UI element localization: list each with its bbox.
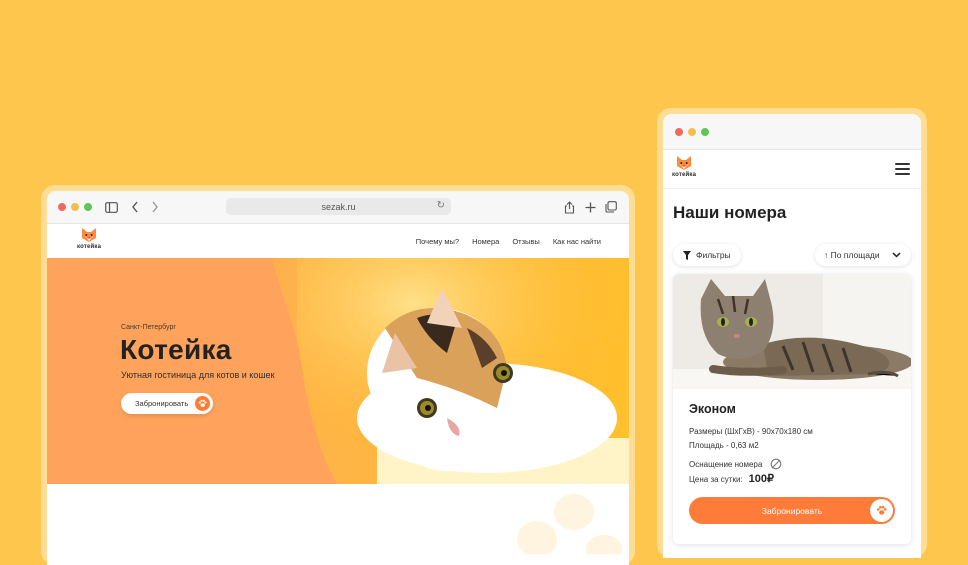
sort-dropdown[interactable]: ↑ По площади [815, 244, 911, 266]
maximize-window-dot[interactable] [701, 128, 709, 136]
filter-funnel-icon [683, 250, 691, 260]
mobile-book-button-label: Забронировать [761, 505, 823, 516]
tabs-overview-icon[interactable] [603, 199, 619, 215]
hero-city: Санкт-Петербург [121, 324, 176, 331]
hero-title: Котейка [120, 334, 232, 365]
mobile-phone-frame: котейка Наши номера Фильтры ↑ По площади [657, 108, 927, 558]
book-button-label: Забронировать [135, 399, 189, 408]
room-name: Эконом [689, 402, 736, 416]
mobile-site-header: котейка [663, 150, 921, 189]
page-title: Наши номера [673, 203, 787, 222]
mobile-browser-toolbar [663, 114, 921, 150]
close-window-dot[interactable] [58, 203, 66, 211]
logo-text: котейка [672, 172, 697, 178]
hero-section: Санкт-Петербург Котейка Уютная гостиница… [47, 258, 629, 484]
room-area: Площадь - 0,63 м2 [689, 441, 759, 450]
close-window-dot[interactable] [675, 128, 683, 136]
nav-item-location[interactable]: Как нас найти [553, 237, 601, 246]
paw-icon [870, 499, 893, 522]
nav-item-reviews[interactable]: Отзывы [512, 237, 539, 246]
desktop-browser-window: sezak.ru ↻ котейка Почему мы? Номера Отз… [47, 191, 629, 565]
forward-arrow-icon[interactable] [147, 199, 163, 215]
paw-icon [194, 395, 211, 412]
desktop-browser-frame: sezak.ru ↻ котейка Почему мы? Номера Отз… [41, 185, 635, 565]
room-cat-photo [673, 274, 911, 389]
logo-text: котейка [77, 244, 102, 250]
mobile-book-button[interactable]: Забронировать [689, 497, 895, 524]
mobile-site-logo[interactable]: котейка [672, 155, 696, 178]
nav-item-why-us[interactable]: Почему мы? [416, 237, 459, 246]
site-header: котейка Почему мы? Номера Отзывы Как нас… [47, 224, 629, 259]
page-content-area [47, 484, 629, 565]
site-logo[interactable]: котейка [77, 227, 101, 250]
hero-tagline: Уютная гостиница для котов и кошек [121, 370, 275, 380]
no-equipment-icon [770, 458, 782, 470]
address-bar[interactable]: sezak.ru ↻ [226, 198, 451, 215]
browser-toolbar: sezak.ru ↻ [47, 191, 629, 224]
price-label: Цена за сутки: [689, 475, 743, 484]
cat-logo-icon [82, 228, 97, 242]
url-text: sezak.ru [321, 201, 356, 212]
cat-logo-icon [677, 156, 692, 170]
sidebar-icon[interactable] [103, 199, 119, 215]
hamburger-menu-icon[interactable] [895, 163, 910, 175]
room-equipment-label: Оснащение номера [689, 459, 763, 469]
back-arrow-icon[interactable] [127, 199, 143, 215]
room-equipment-row: Оснащение номера [689, 458, 782, 470]
room-price-row: Цена за сутки: 100₽ [689, 472, 774, 485]
sort-label: ↑ По площади [824, 250, 880, 260]
room-size: Размеры (ШxГxВ) - 90x70x180 см [689, 427, 813, 436]
share-icon[interactable] [561, 199, 577, 215]
new-tab-plus-icon[interactable] [582, 199, 598, 215]
room-card[interactable]: Эконом Размеры (ШxГxВ) - 90x70x180 см Пл… [673, 274, 911, 544]
minimize-window-dot[interactable] [688, 128, 696, 136]
filter-button[interactable]: Фильтры [673, 244, 741, 266]
price-value: 100₽ [748, 473, 775, 485]
main-nav: Почему мы? Номера Отзывы Как нас найти [416, 237, 601, 246]
maximize-window-dot[interactable] [84, 203, 92, 211]
chevron-down-icon [892, 252, 901, 258]
nav-item-rooms[interactable]: Номера [472, 237, 499, 246]
mobile-browser-window: котейка Наши номера Фильтры ↑ По площади [663, 114, 921, 558]
book-button[interactable]: Забронировать [121, 393, 213, 414]
filter-label: Фильтры [696, 250, 731, 260]
reload-icon[interactable]: ↻ [437, 200, 445, 211]
minimize-window-dot[interactable] [71, 203, 79, 211]
